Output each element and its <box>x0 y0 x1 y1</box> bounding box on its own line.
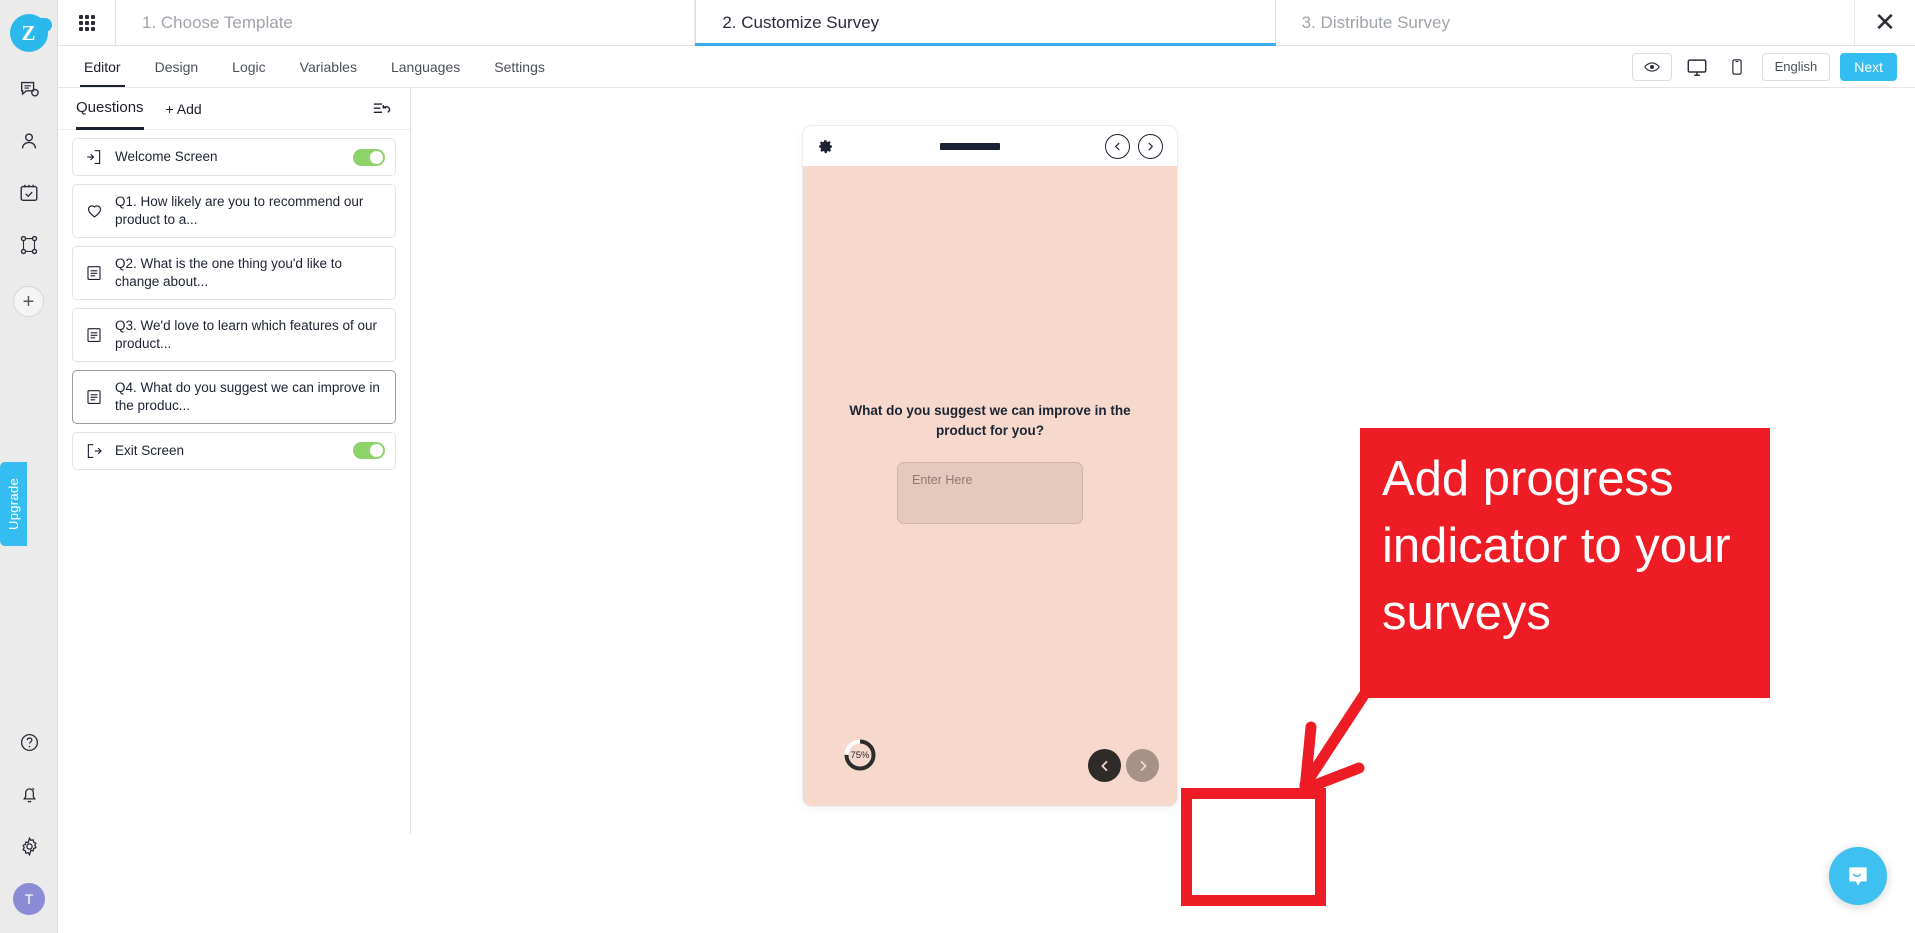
settings-gear-icon[interactable] <box>9 831 49 861</box>
editor-toolbar: Editor Design Logic Variables Languages … <box>58 46 1915 88</box>
contacts-icon[interactable] <box>9 126 49 156</box>
wizard-step-choose-template[interactable]: 1. Choose Template <box>116 0 696 45</box>
preview-answer-input[interactable]: Enter Here <box>897 462 1083 524</box>
preview-back-button[interactable] <box>1088 749 1121 782</box>
wizard-step-customize-survey[interactable]: 2. Customize Survey <box>695 0 1276 46</box>
questions-tab[interactable]: Questions <box>76 99 144 130</box>
chat-bubble-icon <box>1849 867 1867 886</box>
upgrade-button[interactable]: Upgrade <box>0 462 27 546</box>
enter-screen-icon <box>83 148 105 166</box>
list-item-label: Q3. We'd love to learn which features of… <box>115 317 377 351</box>
progress-label: 75% <box>850 749 870 761</box>
preview-answer-placeholder: Enter Here <box>912 473 973 487</box>
reorder-undo-icon[interactable] <box>372 100 392 118</box>
avatar-initial: T <box>24 891 34 907</box>
list-item-q3[interactable]: Q3. We'd love to learn which features of… <box>72 307 396 362</box>
preview-next-icon[interactable] <box>1138 133 1163 159</box>
logo-letter: Z <box>21 20 36 45</box>
text-field-icon <box>83 326 105 344</box>
left-rail: Z + Upgrade T <box>0 0 58 933</box>
list-item-q4[interactable]: Q4. What do you suggest we can improve i… <box>72 369 396 424</box>
tab-logic[interactable]: Logic <box>218 46 279 87</box>
next-button[interactable]: Next <box>1840 52 1897 81</box>
preview-gear-icon[interactable] <box>817 138 834 155</box>
zoho-logo[interactable]: Z <box>9 14 52 52</box>
plus-icon: + <box>165 100 174 117</box>
list-item-exit-screen[interactable]: Exit Screen <box>72 431 396 470</box>
heart-icon <box>83 201 105 220</box>
exit-screen-toggle[interactable] <box>353 442 385 460</box>
preview-header <box>803 126 1177 166</box>
app-grid-icon[interactable] <box>58 0 116 45</box>
preview-bottom-nav <box>1088 749 1159 782</box>
tab-settings[interactable]: Settings <box>480 46 559 87</box>
calendar-check-icon[interactable] <box>9 178 49 208</box>
preview-eye-icon[interactable] <box>1631 52 1672 81</box>
list-item-label: Q1. How likely are you to recommend our … <box>115 194 364 227</box>
text-field-icon <box>83 388 105 406</box>
close-icon[interactable]: ✕ <box>1855 0 1915 45</box>
chat-icon[interactable] <box>9 74 49 104</box>
tab-editor[interactable]: Editor <box>70 46 135 87</box>
list-item-welcome-screen[interactable]: Welcome Screen <box>72 138 396 176</box>
avatar[interactable]: T <box>13 883 45 915</box>
wizard-bar: 1. Choose Template 2. Customize Survey 3… <box>58 0 1915 46</box>
chat-launcher-button[interactable] <box>1829 847 1887 905</box>
desktop-view-icon[interactable] <box>1682 53 1712 81</box>
preview-prev-icon[interactable] <box>1105 133 1130 159</box>
rail-bottom-group: T <box>0 727 58 915</box>
preview-header-nav <box>1105 133 1163 159</box>
editor-tabs: Editor Design Logic Variables Languages … <box>58 46 559 87</box>
list-item-label: Q4. What do you suggest we can improve i… <box>115 379 380 413</box>
list-item-label: Welcome Screen <box>115 149 218 165</box>
questions-panel-header: Questions + Add <box>58 88 410 130</box>
add-label: Add <box>176 100 202 117</box>
app-root: Z + Upgrade T 1. Choose Template 2. Cust… <box>0 0 1915 933</box>
list-item-label: Exit Screen <box>115 442 185 458</box>
exit-screen-icon <box>83 442 105 460</box>
wizard-step-distribute-survey[interactable]: 3. Distribute Survey <box>1276 0 1855 45</box>
mobile-view-icon[interactable] <box>1722 53 1752 81</box>
tab-design[interactable]: Design <box>141 46 213 87</box>
progress-indicator: 75% <box>841 736 879 774</box>
questions-panel: Questions + Add Welcome Screen Q1. How l… <box>58 88 411 834</box>
grid-dots <box>78 14 95 31</box>
add-question-button[interactable]: + Add <box>166 101 202 117</box>
help-icon[interactable] <box>9 727 49 757</box>
annotation-highlight-rect <box>1181 788 1326 906</box>
list-item-q2[interactable]: Q2. What is the one thing you'd like to … <box>72 245 396 300</box>
question-list: Welcome Screen Q1. How likely are you to… <box>58 130 410 478</box>
tab-languages[interactable]: Languages <box>377 46 474 87</box>
rail-icon-group: + <box>0 74 57 317</box>
list-item-q1[interactable]: Q1. How likely are you to recommend our … <box>72 184 396 238</box>
toolbar-actions: English Next <box>1631 52 1915 81</box>
language-selector[interactable]: English <box>1761 52 1831 81</box>
text-field-icon <box>83 264 105 282</box>
bell-icon[interactable] <box>9 779 49 809</box>
preview-title-placeholder <box>939 142 1000 150</box>
preview-forward-button[interactable] <box>1126 749 1159 782</box>
welcome-screen-toggle[interactable] <box>353 148 385 166</box>
list-item-label: Q2. What is the one thing you'd like to … <box>115 255 342 289</box>
survey-preview: What do you suggest we can improve in th… <box>803 126 1177 806</box>
survey-canvas: What do you suggest we can improve in th… <box>411 88 1915 933</box>
rail-add-button[interactable]: + <box>13 286 44 317</box>
preview-body: What do you suggest we can improve in th… <box>803 166 1177 806</box>
preview-question-text: What do you suggest we can improve in th… <box>849 403 1131 438</box>
workflow-icon[interactable] <box>9 230 49 260</box>
tab-variables[interactable]: Variables <box>286 46 371 87</box>
annotation-callout: Add progress indicator to your surveys <box>1360 428 1770 698</box>
